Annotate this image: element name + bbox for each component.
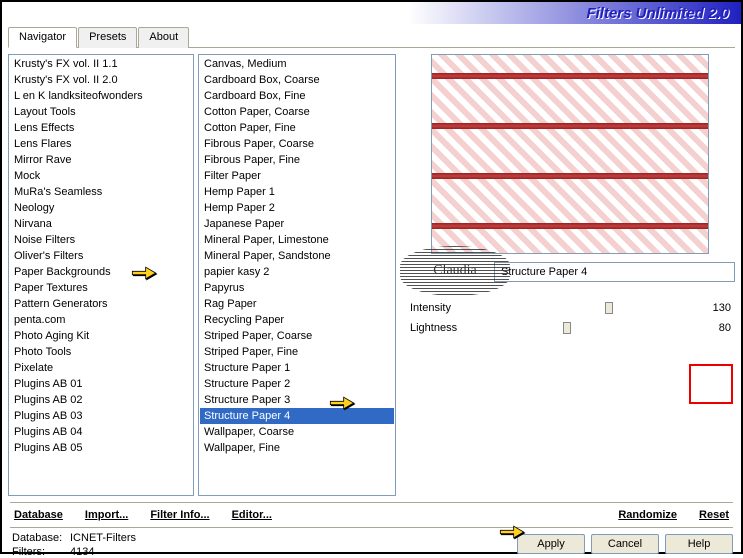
tab-about[interactable]: About: [138, 27, 189, 48]
list-item[interactable]: L en K landksiteofwonders: [10, 88, 192, 104]
list-item[interactable]: Hemp Paper 2: [200, 200, 394, 216]
list-item[interactable]: Krusty's FX vol. II 2.0: [10, 72, 192, 88]
param-intensity-row: Intensity 130: [404, 298, 735, 318]
category-column: Krusty's FX vol. II 1.1Krusty's FX vol. …: [8, 54, 194, 496]
list-item[interactable]: Lens Flares: [10, 136, 192, 152]
tab-presets[interactable]: Presets: [78, 27, 137, 48]
list-item[interactable]: Hemp Paper 1: [200, 184, 394, 200]
list-item[interactable]: Structure Paper 1: [200, 360, 394, 376]
list-item[interactable]: Wallpaper, Fine: [200, 440, 394, 456]
list-item[interactable]: Cotton Paper, Coarse: [200, 104, 394, 120]
param-intensity-label: Intensity: [404, 302, 490, 314]
list-item[interactable]: Plugins AB 03: [10, 408, 192, 424]
link-bar: Database Import... Filter Info... Editor…: [10, 502, 733, 525]
tab-bar: Navigator Presets About: [8, 26, 735, 48]
database-link[interactable]: Database: [14, 509, 63, 521]
list-item[interactable]: MuRa's Seamless: [10, 184, 192, 200]
action-buttons: Apply Cancel Help: [517, 532, 733, 558]
main-panel: Krusty's FX vol. II 1.1Krusty's FX vol. …: [2, 48, 741, 502]
list-item[interactable]: Rag Paper: [200, 296, 394, 312]
list-item[interactable]: Recycling Paper: [200, 312, 394, 328]
filter-info-link[interactable]: Filter Info...: [150, 509, 209, 521]
status-db-value: ICNET-Filters: [70, 532, 136, 544]
parameter-area: Intensity 130 Lightness 80: [404, 298, 735, 496]
category-list[interactable]: Krusty's FX vol. II 1.1Krusty's FX vol. …: [8, 54, 194, 496]
cancel-button[interactable]: Cancel: [591, 534, 659, 554]
list-item[interactable]: Wallpaper, Coarse: [200, 424, 394, 440]
list-item[interactable]: Pixelate: [10, 360, 192, 376]
list-item[interactable]: penta.com: [10, 312, 192, 328]
list-item[interactable]: Plugins AB 05: [10, 440, 192, 456]
preview-image: [431, 54, 709, 254]
list-item[interactable]: Pattern Generators: [10, 296, 192, 312]
param-intensity-value: 130: [699, 302, 735, 314]
status-db-label: Database:: [12, 532, 70, 544]
apply-button[interactable]: Apply: [517, 534, 585, 554]
list-item[interactable]: Structure Paper 3: [200, 392, 394, 408]
status-filters-value: 4134: [70, 546, 94, 558]
filter-list[interactable]: Canvas, MediumCardboard Box, CoarseCardb…: [198, 54, 396, 496]
list-item[interactable]: Plugins AB 01: [10, 376, 192, 392]
list-item[interactable]: Mineral Paper, Limestone: [200, 232, 394, 248]
list-item[interactable]: Mock: [10, 168, 192, 184]
list-item[interactable]: Photo Tools: [10, 344, 192, 360]
filter-column: Canvas, MediumCardboard Box, CoarseCardb…: [198, 54, 396, 496]
list-item[interactable]: Neology: [10, 200, 192, 216]
app-title: Filters Unlimited 2.0: [586, 5, 729, 22]
list-item[interactable]: Japanese Paper: [200, 216, 394, 232]
param-lightness-slider[interactable]: [490, 319, 699, 337]
list-item[interactable]: Plugins AB 02: [10, 392, 192, 408]
list-item[interactable]: Striped Paper, Coarse: [200, 328, 394, 344]
list-item[interactable]: Photo Aging Kit: [10, 328, 192, 344]
list-item[interactable]: papier kasy 2: [200, 264, 394, 280]
list-item[interactable]: Fibrous Paper, Fine: [200, 152, 394, 168]
list-item[interactable]: Striped Paper, Fine: [200, 344, 394, 360]
list-item[interactable]: Layout Tools: [10, 104, 192, 120]
status-bar: Database: ICNET-Filters Filters: 4134 Ap…: [10, 527, 733, 558]
param-intensity-slider[interactable]: [490, 299, 699, 317]
reset-link[interactable]: Reset: [699, 509, 729, 521]
list-item[interactable]: Cardboard Box, Coarse: [200, 72, 394, 88]
list-item[interactable]: Fibrous Paper, Coarse: [200, 136, 394, 152]
list-item[interactable]: Oliver's Filters: [10, 248, 192, 264]
preview-column: Structure Paper 4 Intensity 130 Lightnes…: [400, 54, 735, 496]
list-item[interactable]: Krusty's FX vol. II 1.1: [10, 56, 192, 72]
randomize-link[interactable]: Randomize: [618, 509, 677, 521]
list-item[interactable]: Nirvana: [10, 216, 192, 232]
highlight-box: [689, 364, 733, 404]
list-item[interactable]: Cotton Paper, Fine: [200, 120, 394, 136]
list-item[interactable]: Plugins AB 04: [10, 424, 192, 440]
header: Filters Unlimited 2.0: [2, 2, 741, 24]
selected-filter-name: Structure Paper 4: [494, 262, 735, 282]
list-item[interactable]: Mineral Paper, Sandstone: [200, 248, 394, 264]
list-item[interactable]: Papyrus: [200, 280, 394, 296]
status-filters-label: Filters:: [12, 546, 70, 558]
list-item[interactable]: Cardboard Box, Fine: [200, 88, 394, 104]
list-item[interactable]: Lens Effects: [10, 120, 192, 136]
list-item[interactable]: Paper Textures: [10, 280, 192, 296]
list-item[interactable]: Paper Backgrounds: [10, 264, 192, 280]
list-item[interactable]: Mirror Rave: [10, 152, 192, 168]
list-item[interactable]: Noise Filters: [10, 232, 192, 248]
import-link[interactable]: Import...: [85, 509, 128, 521]
editor-link[interactable]: Editor...: [232, 509, 272, 521]
param-lightness-row: Lightness 80: [404, 318, 735, 338]
param-lightness-label: Lightness: [404, 322, 490, 334]
list-item[interactable]: Canvas, Medium: [200, 56, 394, 72]
tab-navigator[interactable]: Navigator: [8, 27, 77, 48]
list-item[interactable]: Filter Paper: [200, 168, 394, 184]
param-lightness-value: 80: [699, 322, 735, 334]
list-item[interactable]: Structure Paper 2: [200, 376, 394, 392]
list-item[interactable]: Structure Paper 4: [200, 408, 394, 424]
help-button[interactable]: Help: [665, 534, 733, 554]
